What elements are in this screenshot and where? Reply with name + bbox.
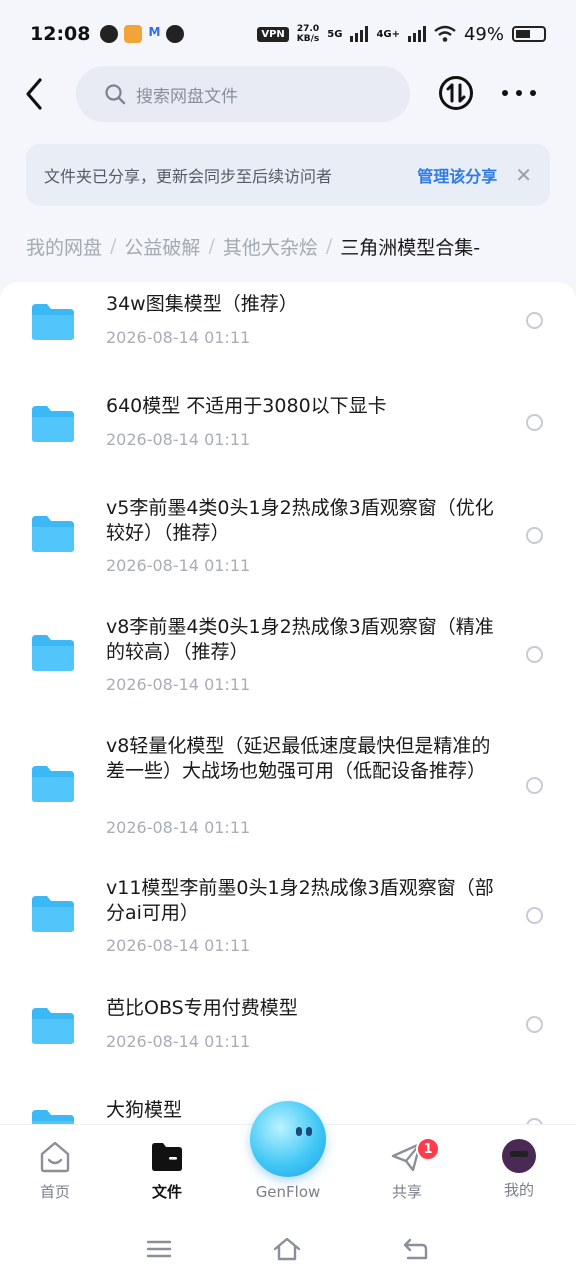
status-time: 12:08 [30,23,91,45]
tab-mine[interactable]: 我的 [474,1139,564,1200]
search-placeholder: 搜索网盘文件 [136,86,238,107]
folder-date: 2026-08-14 01:11 [106,936,251,955]
breadcrumb-current: 三角洲模型合集- [340,236,481,259]
folder-row[interactable]: v8李前墨4类0头1身2热成像3盾观察窗（精准的较高）（推荐） 2026-08-… [0,613,576,713]
home-icon [40,1141,70,1173]
share-banner-text: 文件夹已分享，更新会同步至后续访问者 [44,167,333,186]
tab-genflow-label[interactable]: GenFlow [238,1183,338,1201]
vpn-badge: VPN [257,26,289,42]
system-nav-bar [0,1220,576,1280]
folder-icon [32,1008,74,1044]
manage-share-link[interactable]: 管理该分享 [417,163,497,187]
folder-tab-icon [152,1143,182,1171]
app-notification-icon [124,25,143,43]
folder-date: 2026-08-14 01:11 [106,818,251,837]
select-radio[interactable] [526,312,543,329]
genflow-mascot-icon[interactable] [250,1101,326,1177]
signal-bars-icon-2 [407,26,426,42]
folder-row[interactable]: v5李前墨4类0头1身2热成像3盾观察窗（优化较好）（推荐） 2026-08-1… [0,494,576,594]
telegram-icon [100,25,119,43]
select-radio[interactable] [526,527,543,544]
folder-row[interactable]: 芭比OBS专用付费模型 2026-08-14 01:11 [0,994,576,1074]
folder-date: 2026-08-14 01:11 [106,430,251,449]
select-radio[interactable] [526,646,543,663]
menu-icon[interactable] [144,1234,174,1264]
select-radio[interactable] [526,414,543,431]
status-indicators: VPN 27.0 KB/s 5G 4G+ 49% [257,24,546,45]
folder-row[interactable]: v11模型李前墨0头1身2热成像3盾观察窗（部分ai可用） 2026-08-14… [0,874,576,974]
close-banner-icon[interactable]: ✕ [515,163,532,187]
folder-name: v5李前墨4类0头1身2热成像3盾观察窗（优化较好）（推荐） [106,497,494,544]
folder-date: 2026-08-14 01:11 [106,556,251,575]
transfer-icon[interactable] [438,75,474,111]
share-notification-badge: 1 [416,1137,440,1161]
folder-name: v8轻量化模型（延迟最低速度最快但是精准的差一些）大战场也勉强可用（低配设备推荐… [106,735,491,782]
folder-date: 2026-08-14 01:11 [106,328,251,347]
speed-value: 27.0 [296,24,320,34]
tab-share-label: 共享 [391,1183,422,1201]
folder-icon [32,635,74,671]
folder-icon [32,896,74,932]
tab-home[interactable]: 首页 [10,1139,100,1202]
folder-icon [32,516,74,552]
tab-home-label: 首页 [39,1183,70,1201]
speed-unit: KB/s [296,34,320,44]
folder-name: 640模型 不适用于3080以下显卡 [106,395,387,417]
folder-name: v8李前墨4类0头1身2热成像3盾观察窗（精准的较高）（推荐） [106,616,494,663]
status-bar: 12:08 M VPN 27.0 KB/s 5G 4G+ 49% [0,0,576,68]
tab-files[interactable]: 文件 [122,1139,212,1202]
mascot-eye [306,1127,312,1136]
folder-icon [32,406,74,442]
link-icon [166,25,185,43]
select-radio[interactable] [526,907,543,924]
folder-name: v11模型李前墨0头1身2热成像3盾观察窗（部分ai可用） [106,877,494,924]
file-list: 34w图集模型（推荐） 2026-08-14 01:11 640模型 不适用于3… [0,282,576,1142]
folder-row[interactable]: 640模型 不适用于3080以下显卡 2026-08-14 01:11 [0,392,576,472]
back-nav-icon[interactable] [400,1234,430,1264]
breadcrumb-item[interactable]: 其他大杂烩 [223,233,318,260]
folder-icon [32,304,74,340]
select-radio[interactable] [526,777,543,794]
breadcrumb-separator: / [325,235,333,257]
search-input[interactable]: 搜索网盘文件 [76,66,410,122]
select-radio[interactable] [526,1016,543,1033]
breadcrumb-separator: / [110,235,117,257]
folder-date: 2026-08-14 01:11 [106,1032,251,1051]
folder-row[interactable]: 34w图集模型（推荐） 2026-08-14 01:11 [0,290,576,370]
folder-name: 芭比OBS专用付费模型 [106,997,298,1019]
status-app-icons: M [100,25,185,43]
battery-icon [512,26,546,42]
bottom-tab-bar: 首页 文件 GenFlow 共享 1 我的 [0,1101,576,1220]
home-nav-icon[interactable] [272,1234,302,1264]
breadcrumb-item[interactable]: 我的网盘 [26,233,102,260]
tab-mine-label: 我的 [503,1181,534,1199]
signal-4g: 4G+ [376,28,400,40]
signal-5g: 5G [327,28,343,40]
folder-icon [32,766,74,802]
avatar [502,1139,536,1173]
back-chevron-icon[interactable] [20,76,50,112]
mail-icon: M [148,25,161,39]
tab-files-label: 文件 [151,1183,182,1201]
search-icon [105,84,126,105]
breadcrumb-separator: / [208,235,215,257]
folder-row[interactable]: v8轻量化模型（延迟最低速度最快但是精准的差一些）大战场也勉强可用（低配设备推荐… [0,732,576,852]
folder-name: 34w图集模型（推荐） [106,293,298,315]
folder-date: 2026-08-14 01:11 [106,675,251,694]
more-options-icon[interactable] [502,80,536,106]
wifi-icon [434,25,456,42]
signal-bars-icon [350,26,369,42]
breadcrumb: 我的网盘 / 公益破解 / 其他大杂烩 / 三角洲模型合集- [26,228,576,264]
top-bar: 搜索网盘文件 [0,64,576,124]
breadcrumb-item[interactable]: 公益破解 [124,233,200,260]
share-banner: 文件夹已分享，更新会同步至后续访问者 管理该分享 ✕ [26,144,550,206]
battery-percent: 49% [463,23,504,45]
network-speed: 27.0 KB/s [297,24,319,44]
mascot-eye [296,1127,302,1136]
